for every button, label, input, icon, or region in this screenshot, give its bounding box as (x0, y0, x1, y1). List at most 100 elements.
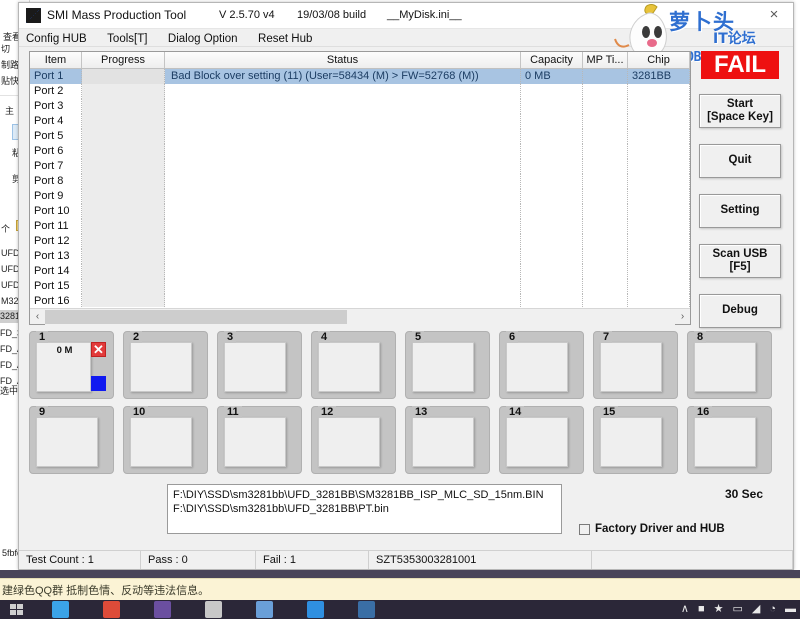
device-slot[interactable]: 5 (405, 331, 490, 399)
table-row[interactable]: Port 10 (30, 204, 690, 219)
table-row[interactable]: Port 13 (30, 249, 690, 264)
star-tray-icon[interactable]: ★ (714, 602, 724, 616)
table-row[interactable]: Port 12 (30, 234, 690, 249)
cell-status (165, 99, 521, 114)
cell-item: Port 14 (30, 264, 82, 279)
table-row[interactable]: Port 5 (30, 129, 690, 144)
cell-mp-time (583, 219, 628, 234)
table-row[interactable]: Port 16 (30, 294, 690, 307)
cell-item: Port 10 (30, 204, 82, 219)
explorer-home-tab[interactable]: 主 (5, 104, 14, 117)
menu-item-config-hub[interactable]: Config HUB (26, 31, 95, 47)
table-row[interactable]: Port 3 (30, 99, 690, 114)
table-row[interactable]: Port 15 (30, 279, 690, 294)
table-row[interactable]: Port 9 (30, 189, 690, 204)
cell-progress (82, 204, 165, 219)
explorer-icon[interactable] (205, 601, 222, 618)
windows-start-icon[interactable] (8, 601, 25, 618)
smi-mass-production-tool-window: SMI Mass Production Tool V 2.5.70 v4 19/… (18, 2, 794, 570)
explorer-copypath-label[interactable]: 制路 (1, 58, 19, 71)
device-slot[interactable]: 8 (687, 331, 772, 399)
cat-tray-icon[interactable]: ■ (698, 602, 705, 616)
device-slot[interactable]: 7 (593, 331, 678, 399)
scroll-left-icon[interactable]: ‹ (30, 309, 45, 325)
cell-status (165, 144, 521, 159)
device-slot[interactable]: 15 (593, 406, 678, 474)
cell-item: Port 16 (30, 294, 82, 307)
chrome-icon[interactable] (103, 601, 120, 618)
firmware-file-list[interactable]: F:\DIY\SSD\sm3281bb\UFD_3281BB\SM3281BB_… (167, 484, 562, 534)
photos-icon[interactable] (256, 601, 273, 618)
device-slot[interactable]: 11 (217, 406, 302, 474)
network-icon[interactable]: ◔ (769, 602, 776, 616)
scroll-right-icon[interactable]: › (675, 309, 690, 325)
scan-usb-button[interactable]: Scan USB [F5] (699, 244, 781, 278)
column-header-status[interactable]: Status (165, 52, 521, 68)
explorer-cut-label[interactable]: 切 (1, 42, 10, 55)
cell-status (165, 279, 521, 294)
device-slot[interactable]: 1 0 M ✕ (29, 331, 114, 399)
scrollbar-track[interactable] (45, 308, 675, 325)
table-row[interactable]: Port 11 (30, 219, 690, 234)
title-bar: SMI Mass Production Tool V 2.5.70 v4 19/… (19, 3, 793, 29)
factory-driver-checkbox[interactable] (579, 523, 590, 535)
column-header-capacity[interactable]: Capacity (521, 52, 583, 68)
start-button[interactable]: Start [Space Key] (699, 94, 781, 128)
table-row[interactable]: Port 1 Bad Block over setting (11) (User=… (30, 69, 690, 84)
store-icon[interactable] (154, 601, 171, 618)
debug-button[interactable]: Debug (699, 294, 781, 328)
table-row[interactable]: Port 2 (30, 84, 690, 99)
horizontal-scrollbar[interactable]: ‹ › (30, 308, 690, 325)
device-slot[interactable]: 6 (499, 331, 584, 399)
port-list-body[interactable]: Port 1 Bad Block over setting (11) (User=… (30, 69, 690, 307)
cell-status (165, 234, 521, 249)
battery-icon[interactable]: ▬ (785, 602, 796, 616)
mail-icon[interactable] (52, 601, 69, 618)
column-header-mp-time[interactable]: MP Ti... (583, 52, 628, 68)
usb-tray-icon[interactable]: ▭ (732, 602, 742, 616)
table-row[interactable]: Port 8 (30, 174, 690, 189)
device-slot[interactable]: 4 (311, 331, 396, 399)
file-list-item[interactable]: M32 (1, 296, 19, 306)
cell-progress (82, 144, 165, 159)
close-icon[interactable]: × (761, 5, 787, 25)
menu-bar: Config HUB Tools[T] Dialog Option Reset … (19, 29, 793, 47)
quit-button[interactable]: Quit (699, 144, 781, 178)
status-badge: FAIL (701, 51, 779, 79)
cell-mp-time (583, 264, 628, 279)
explorer-pasteshortcut-label[interactable]: 贴快 (1, 74, 19, 87)
cell-mp-time (583, 234, 628, 249)
setting-button[interactable]: Setting (699, 194, 781, 228)
smi-tool-icon[interactable] (358, 601, 375, 618)
table-row[interactable]: Port 14 (30, 264, 690, 279)
column-header-item[interactable]: Item (30, 52, 82, 68)
device-slot[interactable]: 16 (687, 406, 772, 474)
column-header-chip[interactable]: Chip (628, 52, 690, 68)
device-slot[interactable]: 3 (217, 331, 302, 399)
cell-item: Port 9 (30, 189, 82, 204)
device-slot[interactable]: 14 (499, 406, 584, 474)
table-row[interactable]: Port 4 (30, 114, 690, 129)
scrollbar-thumb[interactable] (45, 309, 348, 324)
factory-driver-hub-option[interactable]: Factory Driver and HUB (579, 523, 725, 535)
device-slot[interactable]: 10 (123, 406, 208, 474)
cell-capacity (521, 174, 583, 189)
taskbar: ∧ ■ ★ ▭ ◢ ◔ ▬ (0, 600, 800, 619)
table-row[interactable]: Port 7 (30, 159, 690, 174)
device-slot[interactable]: 9 (29, 406, 114, 474)
device-slot[interactable]: 12 (311, 406, 396, 474)
menu-item-tools[interactable]: Tools[T] (107, 31, 155, 47)
chevron-up-icon[interactable]: ∧ (681, 602, 689, 616)
scan-usb-line1: Scan USB (712, 247, 768, 260)
device-slot[interactable]: 13 (405, 406, 490, 474)
device-slot[interactable]: 2 (123, 331, 208, 399)
volume-icon[interactable]: ◢ (752, 602, 760, 616)
menu-item-reset-hub[interactable]: Reset Hub (258, 31, 320, 47)
table-row[interactable]: Port 6 (30, 144, 690, 159)
column-header-progress[interactable]: Progress (82, 52, 165, 68)
cell-item: Port 3 (30, 99, 82, 114)
cell-status (165, 159, 521, 174)
device-slot-display (412, 342, 474, 392)
app-star-icon[interactable] (307, 601, 324, 618)
menu-item-dialog-option[interactable]: Dialog Option (168, 31, 246, 47)
